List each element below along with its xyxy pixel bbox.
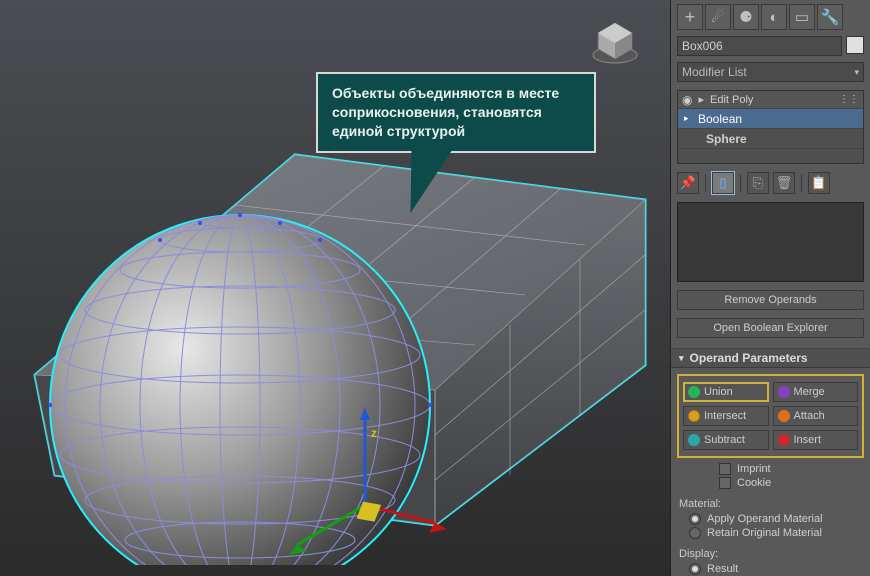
op-subtract-button[interactable]: Subtract (683, 430, 769, 450)
tutorial-callout: Объекты объединяются в месте соприкоснов… (316, 72, 596, 153)
operands-list[interactable] (677, 202, 864, 282)
imprint-label: Imprint (737, 463, 771, 475)
configure-sets-icon[interactable]: 📋 (808, 172, 830, 194)
retain-material-radio[interactable] (689, 527, 701, 539)
modifier-stack-header[interactable]: ◉ ▸ Edit Poly ⋮⋮ (678, 91, 863, 109)
delete-modifier-icon[interactable]: 🗑 (773, 172, 795, 194)
display-tab-icon[interactable]: ▭ (789, 4, 815, 30)
modifier-list-label: Modifier List (682, 65, 747, 79)
insert-icon (778, 434, 790, 446)
visibility-icon[interactable]: ◉ (682, 93, 692, 107)
svg-text:z: z (371, 426, 377, 440)
merge-icon (778, 386, 790, 398)
modifier-item-sphere[interactable]: Sphere (678, 129, 863, 149)
apply-material-radio[interactable] (689, 513, 701, 525)
retain-material-label: Retain Original Material (707, 527, 822, 539)
display-label: Display: (671, 540, 870, 562)
command-panel: + ☄ ⚈ ◐ ▭ 🔧 Modifier List ◉ ▸ Edit Poly … (670, 0, 870, 576)
viewcube[interactable] (590, 15, 640, 65)
expand-icon[interactable]: ▸ (698, 93, 704, 106)
create-tab-icon[interactable]: + (677, 4, 703, 30)
hierarchy-tab-icon[interactable]: ⚈ (733, 4, 759, 30)
pin-stack-icon[interactable]: 📌 (677, 172, 699, 194)
cookie-label: Cookie (737, 477, 771, 489)
op-union-button[interactable]: Union (683, 382, 769, 402)
op-merge-button[interactable]: Merge (773, 382, 859, 402)
rollout-operand-parameters[interactable]: ▾ Operand Parameters (671, 348, 870, 368)
show-end-result-icon[interactable]: ▯ (712, 172, 734, 194)
remove-operands-button[interactable]: Remove Operands (677, 290, 864, 310)
apply-material-label: Apply Operand Material (707, 513, 823, 525)
open-boolean-explorer-button[interactable]: Open Boolean Explorer (677, 318, 864, 338)
union-icon (688, 386, 700, 398)
object-name-input[interactable] (677, 36, 842, 56)
modifier-stack[interactable]: ◉ ▸ Edit Poly ⋮⋮ ▸ Boolean Sphere (677, 90, 864, 164)
expand-icon: ▸ (684, 113, 692, 124)
cookie-checkbox[interactable] (719, 477, 731, 489)
panel-tabs: + ☄ ⚈ ◐ ▭ 🔧 (671, 0, 870, 34)
viewport-3d[interactable]: z Объекты объединяются в месте соприкосн… (0, 0, 670, 576)
modifier-item-boolean[interactable]: ▸ Boolean (678, 109, 863, 129)
rollout-title: Operand Parameters (690, 351, 808, 365)
display-result-radio[interactable] (689, 563, 701, 575)
op-attach-button[interactable]: Attach (773, 406, 859, 426)
op-insert-button[interactable]: Insert (773, 430, 859, 450)
op-intersect-button[interactable]: Intersect (683, 406, 769, 426)
display-result-label: Result (707, 563, 738, 575)
modifier-list-dropdown[interactable]: Modifier List (677, 62, 864, 82)
menu-dots-icon[interactable]: ⋮⋮ (839, 94, 859, 105)
modifier-label: Sphere (706, 132, 747, 146)
modifier-name: Edit Poly (710, 94, 753, 106)
modifier-label: Boolean (698, 112, 742, 126)
utilities-tab-icon[interactable]: 🔧 (817, 4, 843, 30)
attach-icon (778, 410, 790, 422)
subtract-icon (688, 434, 700, 446)
material-label: Material: (671, 490, 870, 512)
make-unique-icon[interactable]: ⎘ (747, 172, 769, 194)
stack-toolbar: 📌 ▯ ⎘ 🗑 📋 (671, 168, 870, 198)
callout-text: Объекты объединяются в месте соприкоснов… (332, 85, 559, 139)
motion-tab-icon[interactable]: ◐ (761, 4, 787, 30)
imprint-checkbox[interactable] (719, 463, 731, 475)
modify-tab-icon[interactable]: ☄ (705, 4, 731, 30)
intersect-icon (688, 410, 700, 422)
object-color-swatch[interactable] (846, 36, 864, 54)
boolean-result-mesh[interactable]: z (5, 105, 655, 565)
rollout-twisty-icon: ▾ (679, 353, 684, 364)
operation-type-group: Union Merge Intersect Attach Subtract In… (677, 374, 864, 458)
